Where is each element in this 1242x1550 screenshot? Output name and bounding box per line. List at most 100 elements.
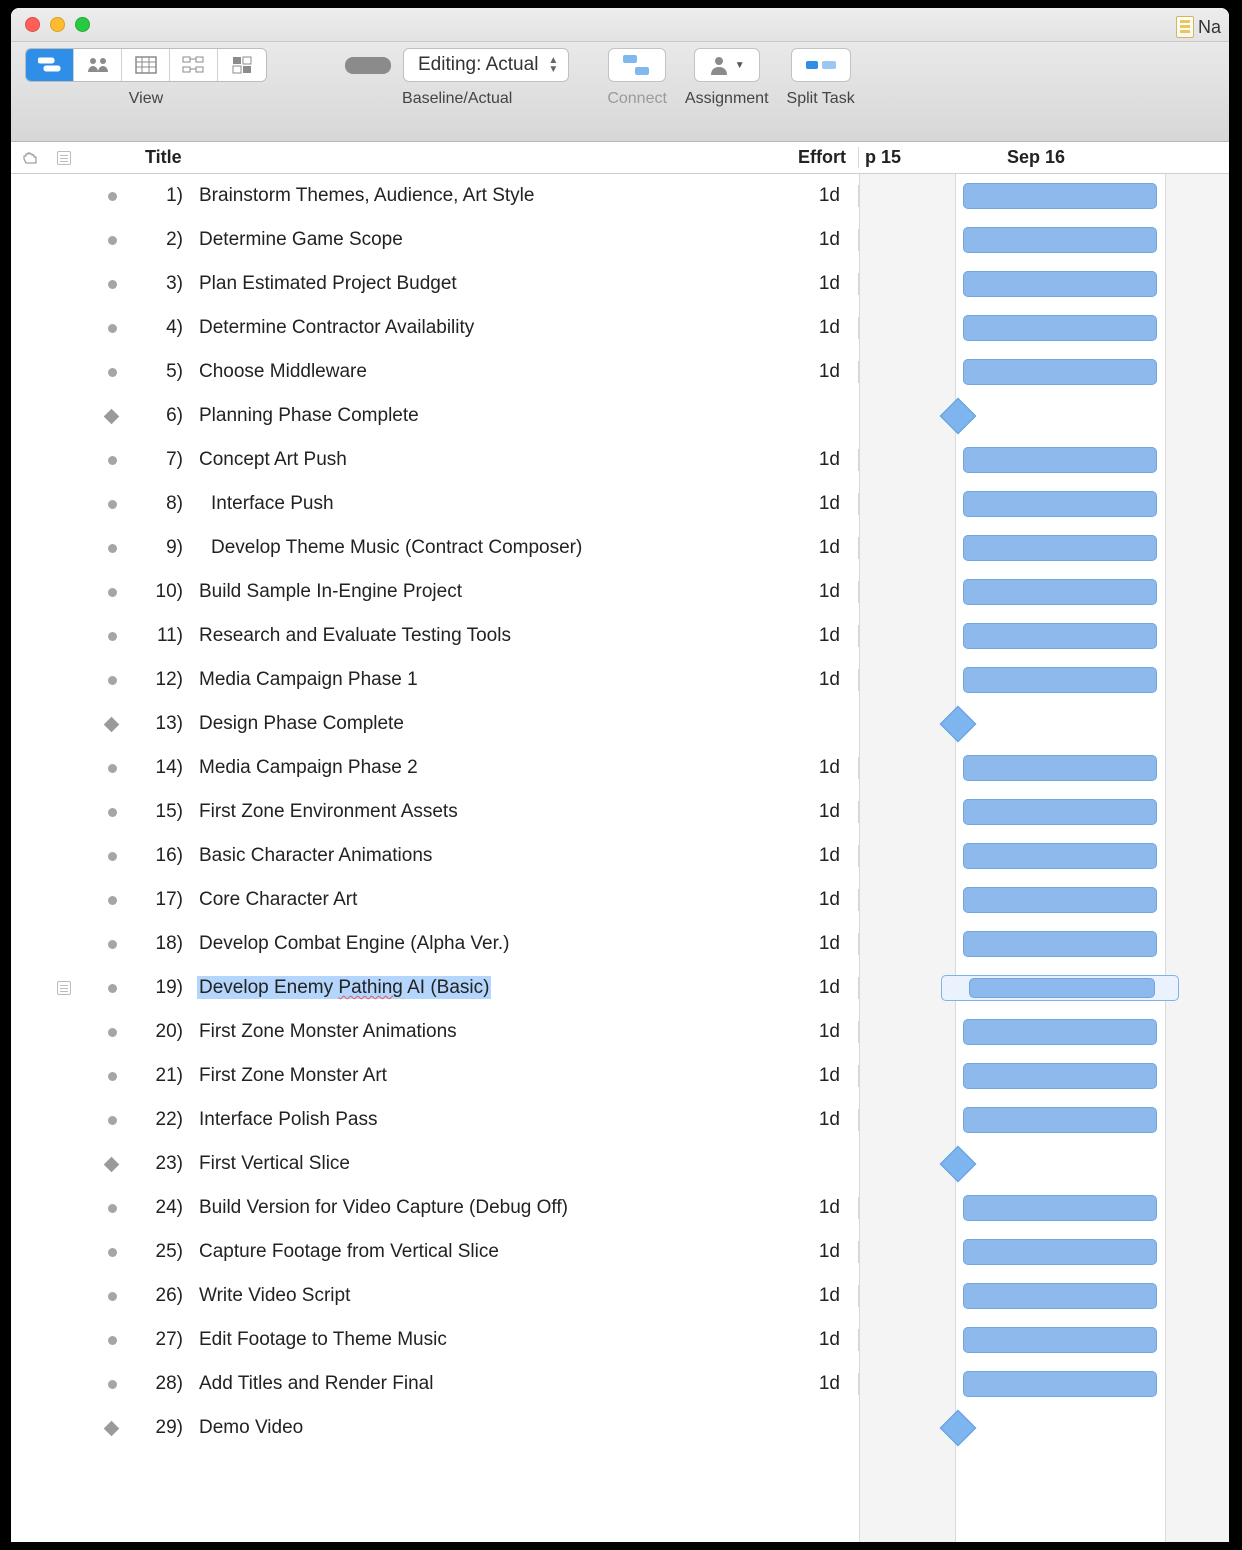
gantt-row[interactable] — [859, 1230, 1229, 1274]
task-row[interactable]: 14)Media Campaign Phase 21d — [11, 746, 859, 790]
task-row[interactable]: 23)First Vertical Slice — [11, 1142, 859, 1186]
gantt-row[interactable] — [859, 1098, 1229, 1142]
gantt-milestone[interactable] — [940, 1410, 977, 1447]
gantt-row[interactable] — [859, 218, 1229, 262]
task-row[interactable]: 1)Brainstorm Themes, Audience, Art Style… — [11, 174, 859, 218]
gantt-bar[interactable] — [963, 1107, 1157, 1133]
gantt-row[interactable] — [859, 306, 1229, 350]
gantt-bar[interactable] — [963, 667, 1157, 693]
row-title-cell[interactable]: Add Titles and Render Final — [187, 1373, 779, 1395]
row-status-cell[interactable] — [79, 1380, 127, 1389]
gantt-bar[interactable] — [963, 799, 1157, 825]
task-row[interactable]: 18)Develop Combat Engine (Alpha Ver.)1d — [11, 922, 859, 966]
gantt-row[interactable] — [859, 570, 1229, 614]
task-row[interactable]: 11)Research and Evaluate Testing Tools1d — [11, 614, 859, 658]
row-status-cell[interactable] — [79, 1116, 127, 1125]
row-status-cell[interactable] — [79, 588, 127, 597]
view-styles-button[interactable] — [218, 49, 266, 81]
row-status-cell[interactable] — [79, 544, 127, 553]
row-status-cell[interactable] — [79, 192, 127, 201]
row-note-cell[interactable] — [49, 981, 79, 995]
row-title-cell[interactable]: Develop Combat Engine (Alpha Ver.) — [187, 933, 779, 955]
row-status-cell[interactable] — [79, 1159, 127, 1170]
gantt-bar[interactable] — [963, 1195, 1157, 1221]
gantt-row[interactable] — [859, 350, 1229, 394]
row-status-cell[interactable] — [79, 852, 127, 861]
gantt-row[interactable] — [859, 790, 1229, 834]
row-title-cell[interactable]: Planning Phase Complete — [187, 405, 779, 427]
row-title-cell[interactable]: Write Video Script — [187, 1285, 779, 1307]
gantt-row[interactable] — [859, 262, 1229, 306]
row-status-cell[interactable] — [79, 1292, 127, 1301]
row-status-cell[interactable] — [79, 719, 127, 730]
gantt-bar[interactable] — [963, 535, 1157, 561]
row-title-cell[interactable]: Develop Theme Music (Contract Composer) — [187, 537, 779, 559]
gantt-row[interactable] — [859, 526, 1229, 570]
gantt-bar[interactable] — [969, 978, 1155, 998]
row-title-cell[interactable]: Edit Footage to Theme Music — [187, 1329, 779, 1351]
grip-column-header[interactable] — [11, 151, 49, 165]
gantt-milestone[interactable] — [940, 706, 977, 743]
row-status-cell[interactable] — [79, 1072, 127, 1081]
gantt-row[interactable] — [859, 482, 1229, 526]
gantt-bar[interactable] — [963, 183, 1157, 209]
gantt-row[interactable] — [859, 878, 1229, 922]
row-title-cell[interactable]: Determine Contractor Availability — [187, 317, 779, 339]
view-gantt-button[interactable] — [26, 49, 74, 81]
task-row[interactable]: 25)Capture Footage from Vertical Slice1d — [11, 1230, 859, 1274]
task-row[interactable]: 15)First Zone Environment Assets1d — [11, 790, 859, 834]
row-title-cell[interactable]: Concept Art Push — [187, 449, 779, 471]
task-row[interactable]: 24)Build Version for Video Capture (Debu… — [11, 1186, 859, 1230]
effort-column-header[interactable]: Effort — [779, 147, 859, 168]
gantt-bar[interactable] — [963, 1327, 1157, 1353]
task-row[interactable]: 17)Core Character Art1d — [11, 878, 859, 922]
task-row[interactable]: 26)Write Video Script1d — [11, 1274, 859, 1318]
gantt-row[interactable] — [859, 1142, 1229, 1186]
gantt-row[interactable] — [859, 834, 1229, 878]
row-status-cell[interactable] — [79, 1248, 127, 1257]
row-title-cell[interactable]: Research and Evaluate Testing Tools — [187, 625, 779, 647]
row-title-cell[interactable]: Media Campaign Phase 2 — [187, 757, 779, 779]
task-row[interactable]: 6)Planning Phase Complete — [11, 394, 859, 438]
gantt-row[interactable] — [859, 614, 1229, 658]
gantt-row[interactable] — [859, 1406, 1229, 1450]
gantt-row[interactable] — [859, 438, 1229, 482]
titlebar[interactable]: Na — [11, 8, 1229, 42]
row-status-cell[interactable] — [79, 1204, 127, 1213]
gantt-bar[interactable] — [963, 315, 1157, 341]
task-row[interactable]: 5)Choose Middleware1d — [11, 350, 859, 394]
row-title-cell[interactable]: Determine Game Scope — [187, 229, 779, 251]
row-status-cell[interactable] — [79, 896, 127, 905]
gantt-row[interactable] — [859, 922, 1229, 966]
row-title-cell[interactable]: Brainstorm Themes, Audience, Art Style — [187, 185, 779, 207]
assignment-button[interactable]: ▼ — [694, 48, 760, 82]
task-row[interactable]: 10)Build Sample In-Engine Project1d — [11, 570, 859, 614]
gantt-bar[interactable] — [963, 447, 1157, 473]
task-row[interactable]: 27)Edit Footage to Theme Music1d — [11, 1318, 859, 1362]
task-row[interactable]: 3)Plan Estimated Project Budget1d — [11, 262, 859, 306]
row-title-cell[interactable]: Build Version for Video Capture (Debug O… — [187, 1197, 779, 1219]
row-title-cell[interactable]: Capture Footage from Vertical Slice — [187, 1241, 779, 1263]
row-title-cell[interactable]: Build Sample In-Engine Project — [187, 581, 779, 603]
gantt-row[interactable] — [859, 746, 1229, 790]
row-status-cell[interactable] — [79, 280, 127, 289]
task-outline[interactable]: 1)Brainstorm Themes, Audience, Art Style… — [11, 174, 859, 1542]
gantt-bar[interactable] — [963, 579, 1157, 605]
document-title-badge[interactable]: Na — [1176, 16, 1221, 38]
gantt-bar[interactable] — [963, 1063, 1157, 1089]
row-title-cell[interactable]: Develop Enemy Pathing AI (Basic) — [187, 977, 779, 999]
gantt-row[interactable] — [859, 1274, 1229, 1318]
row-status-cell[interactable] — [79, 368, 127, 377]
view-network-button[interactable] — [170, 49, 218, 81]
task-row[interactable]: 7)Concept Art Push1d — [11, 438, 859, 482]
gantt-bar[interactable] — [963, 1283, 1157, 1309]
task-row[interactable]: 16)Basic Character Animations1d — [11, 834, 859, 878]
gantt-bar[interactable] — [963, 843, 1157, 869]
gantt-row[interactable] — [859, 1362, 1229, 1406]
row-status-cell[interactable] — [79, 500, 127, 509]
row-status-cell[interactable] — [79, 676, 127, 685]
gantt-row[interactable] — [859, 966, 1229, 1010]
gantt-row[interactable] — [859, 702, 1229, 746]
task-row[interactable]: 2)Determine Game Scope1d — [11, 218, 859, 262]
gantt-row[interactable] — [859, 174, 1229, 218]
